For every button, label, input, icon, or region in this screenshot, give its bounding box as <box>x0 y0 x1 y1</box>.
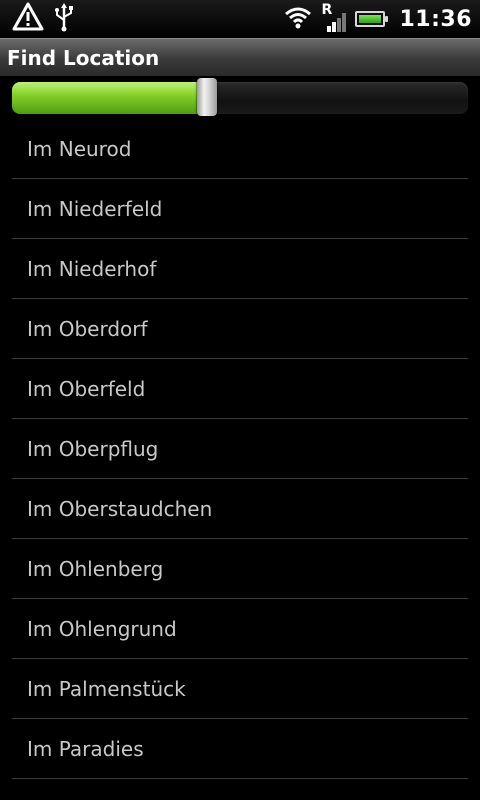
list-item[interactable]: Im Oberfeld <box>12 359 468 419</box>
list-item[interactable]: Im Oberpflug <box>12 419 468 479</box>
warning-icon <box>12 2 44 36</box>
list-item[interactable]: Im Paradies <box>12 719 468 779</box>
list-item[interactable]: Im Ohlengrund <box>12 599 468 659</box>
location-label: Im Palmenstück <box>27 676 186 701</box>
location-list: Im Neurod Im Niederfeld Im Niederhof Im Obe… <box>12 119 468 779</box>
list-item[interactable]: Im Palmenstück <box>12 659 468 719</box>
location-label: Im Oberdorf <box>27 316 148 341</box>
page-title: Find Location <box>7 46 160 70</box>
list-item[interactable]: Im Oberstaudchen <box>12 479 468 539</box>
status-bar-left <box>12 2 76 36</box>
list-item[interactable]: Im Neurod <box>12 119 468 179</box>
wifi-icon <box>283 4 313 34</box>
slider-thumb[interactable] <box>197 78 217 116</box>
status-bar-right: R 11:36 <box>283 2 472 34</box>
location-label: Im Oberfeld <box>27 376 146 401</box>
clock: 11:36 <box>399 6 472 32</box>
list-item[interactable]: Im Oberdorf <box>12 299 468 359</box>
location-label: Im Niederhof <box>27 256 157 281</box>
list-item[interactable]: Im Niederfeld <box>12 179 468 239</box>
slider-fill <box>12 82 207 114</box>
list-item[interactable]: Im Niederhof <box>12 239 468 299</box>
location-label: Im Oberpflug <box>27 436 159 461</box>
location-label: Im Niederfeld <box>27 196 163 221</box>
list-item[interactable]: Im Ohlenberg <box>12 539 468 599</box>
battery-fill <box>359 15 382 23</box>
location-label: Im Ohlenberg <box>27 556 164 581</box>
usb-icon <box>52 2 76 36</box>
location-label: Im Oberstaudchen <box>27 496 213 521</box>
roaming-signal-icon: R <box>321 2 347 34</box>
status-bar: R 11:36 <box>0 0 480 38</box>
battery-outline <box>355 11 389 27</box>
location-label: Im Neurod <box>27 136 132 161</box>
title-bar: Find Location <box>0 38 480 76</box>
alphabet-slider[interactable] <box>12 78 468 116</box>
battery-icon <box>355 11 389 27</box>
location-label: Im Paradies <box>27 736 144 761</box>
location-label: Im Ohlengrund <box>27 616 177 641</box>
